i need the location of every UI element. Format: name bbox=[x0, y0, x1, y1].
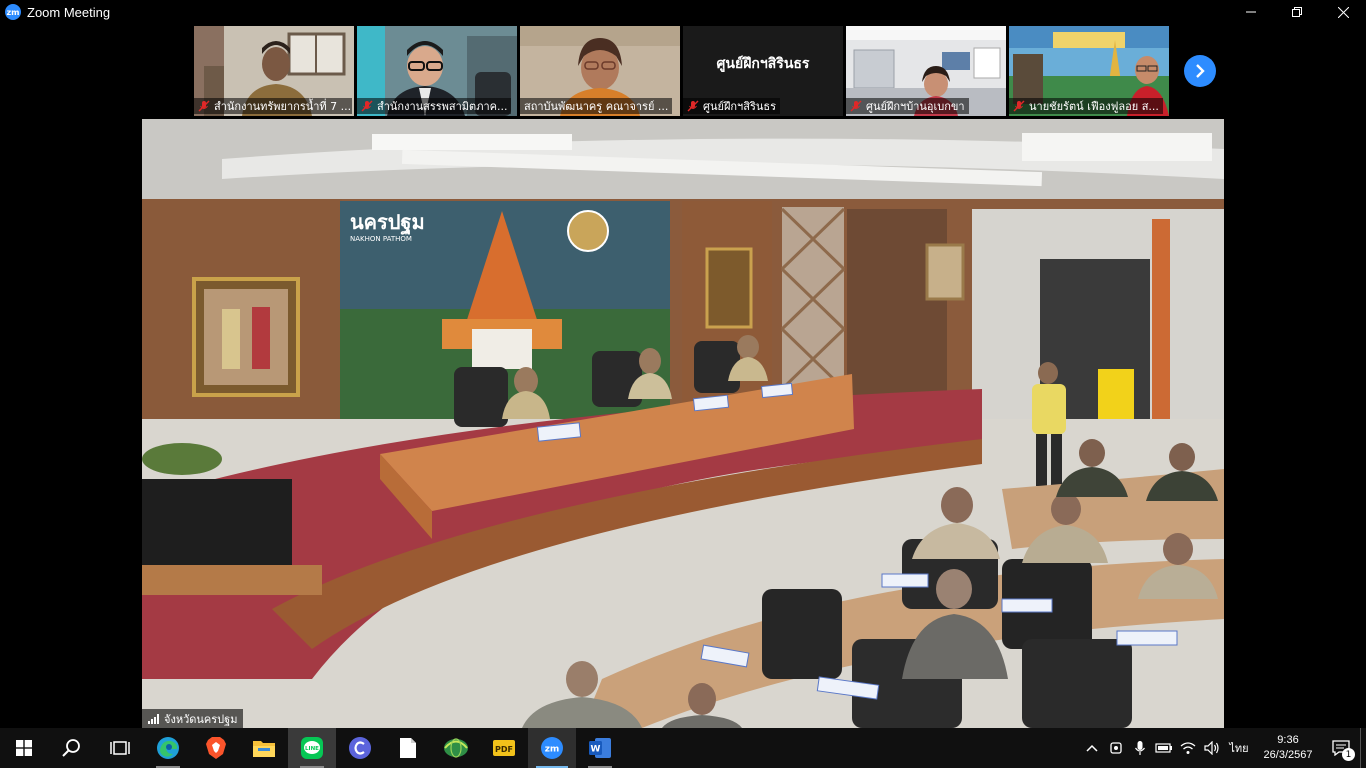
participant-nameplate: ศูนย์ฝึกฯบ้านอุเบกขา bbox=[846, 98, 969, 114]
windows-taskbar: LINE PDF zm W ไทย 9:36 26/3/2567 1 bbox=[0, 728, 1366, 768]
document-icon bbox=[400, 738, 416, 758]
participant-nameplate: สถาบันพัฒนาครู คณาจารย์ ... bbox=[520, 98, 673, 114]
taskbar-app-edge[interactable] bbox=[144, 728, 192, 768]
taskbar-clock[interactable]: 9:36 26/3/2567 bbox=[1254, 733, 1322, 763]
battery-icon bbox=[1155, 743, 1172, 753]
notification-center-button[interactable]: 1 bbox=[1322, 728, 1360, 768]
close-button[interactable] bbox=[1320, 0, 1366, 24]
zoom-app-icon: zm bbox=[541, 737, 563, 759]
window-controls bbox=[1228, 0, 1366, 24]
camera-tray-button[interactable] bbox=[1104, 728, 1128, 768]
taskbar-app-canva[interactable] bbox=[336, 728, 384, 768]
participant-name: นายชัยรัตน์ เฟืองฟูลอย ส... bbox=[1029, 100, 1159, 113]
mic-muted-icon bbox=[198, 100, 210, 112]
task-view-icon bbox=[110, 741, 130, 755]
taskbar-app-word[interactable]: W bbox=[576, 728, 624, 768]
gallery-strip: สำนักงานทรัพยากรน้ำที่ 7 ... สำนักงานสรร… bbox=[194, 26, 1169, 116]
zoom-meeting-window: zm Zoom Meeting สำนักงานทรัพยากรน้ำที่ 7… bbox=[0, 0, 1366, 768]
brave-browser-icon bbox=[206, 737, 226, 759]
restore-icon bbox=[1292, 7, 1302, 17]
participant-tile[interactable]: ศูนย์ฝึกฯบ้านอุเบกขา bbox=[846, 26, 1006, 116]
speaker-icon bbox=[1204, 741, 1219, 755]
wifi-icon bbox=[1180, 742, 1196, 754]
svg-text:zm: zm bbox=[545, 745, 560, 755]
battery-tray-button[interactable] bbox=[1152, 728, 1176, 768]
minimize-icon bbox=[1246, 11, 1256, 13]
mic-muted-icon bbox=[687, 100, 699, 112]
line-app-icon: LINE bbox=[301, 737, 323, 759]
svg-text:LINE: LINE bbox=[305, 746, 319, 752]
participant-display-name: ศูนย์ฝึกฯสิรินธร bbox=[716, 56, 810, 72]
active-speaker-name: จังหวัดนครปฐม bbox=[164, 712, 238, 726]
chevron-right-icon bbox=[1196, 64, 1205, 78]
svg-text:W: W bbox=[591, 745, 601, 755]
close-icon bbox=[1337, 6, 1349, 18]
participant-tile[interactable]: สถาบันพัฒนาครู คณาจารย์ ... bbox=[520, 26, 680, 116]
edge-browser-icon bbox=[157, 737, 179, 759]
canva-app-icon bbox=[349, 737, 371, 759]
mic-muted-icon bbox=[850, 100, 862, 112]
signal-strength-icon bbox=[148, 713, 159, 724]
search-button[interactable] bbox=[48, 728, 96, 768]
participant-name: สถาบันพัฒนาครู คณาจารย์ ... bbox=[524, 100, 669, 113]
windows-logo-icon bbox=[16, 740, 32, 756]
participant-name: ศูนย์ฝึกฯสิรินธร bbox=[703, 100, 776, 113]
active-speaker-nameplate: จังหวัดนครปฐม bbox=[142, 709, 244, 728]
mic-muted-icon bbox=[361, 100, 373, 112]
participant-tile[interactable]: สำนักงานทรัพยากรน้ำที่ 7 ... bbox=[194, 26, 354, 116]
participant-tile[interactable]: นายชัยรัตน์ เฟืองฟูลอย ส... bbox=[1009, 26, 1169, 116]
participant-name: สำนักงานสรรพสามิตภาค... bbox=[377, 100, 508, 113]
participant-name: ศูนย์ฝึกฯบ้านอุเบกขา bbox=[866, 100, 965, 113]
task-view-button[interactable] bbox=[96, 728, 144, 768]
banner-subtitle: NAKHON PATHOM bbox=[350, 235, 412, 243]
word-app-icon: W bbox=[589, 738, 611, 758]
start-button[interactable] bbox=[0, 728, 48, 768]
next-page-button[interactable] bbox=[1184, 55, 1216, 87]
title-bar: zm Zoom Meeting bbox=[0, 0, 1366, 24]
taskbar-app-notepad[interactable] bbox=[384, 728, 432, 768]
system-tray: ไทย 9:36 26/3/2567 1 bbox=[1080, 728, 1366, 768]
participant-nameplate: สำนักงานทรัพยากรน้ำที่ 7 ... bbox=[194, 98, 352, 114]
participant-tile[interactable]: สำนักงานสรรพสามิตภาค... bbox=[357, 26, 517, 116]
chevron-up-icon bbox=[1086, 744, 1098, 752]
taskbar-app-zoom[interactable]: zm bbox=[528, 728, 576, 768]
taskbar-app-brave[interactable] bbox=[192, 728, 240, 768]
webcam-icon bbox=[1110, 742, 1122, 754]
svg-text:PDF: PDF bbox=[495, 745, 513, 754]
clock-time: 9:36 bbox=[1277, 734, 1299, 746]
input-language-indicator[interactable]: ไทย bbox=[1224, 739, 1254, 757]
zoom-logo-icon: zm bbox=[5, 4, 21, 20]
network-tray-button[interactable] bbox=[1176, 728, 1200, 768]
microphone-tray-button[interactable] bbox=[1128, 728, 1152, 768]
participant-name: สำนักงานทรัพยากรน้ำที่ 7 ... bbox=[214, 100, 352, 113]
clock-date: 26/3/2567 bbox=[1263, 749, 1313, 761]
banner-title: นครปฐม bbox=[350, 210, 425, 236]
notification-count-badge: 1 bbox=[1342, 748, 1355, 761]
participant-nameplate: สำนักงานสรรพสามิตภาค... bbox=[357, 98, 512, 114]
taskbar-app-file-explorer[interactable] bbox=[240, 728, 288, 768]
minimize-button[interactable] bbox=[1228, 0, 1274, 24]
window-title: Zoom Meeting bbox=[27, 4, 111, 20]
taskbar-app-line[interactable]: LINE bbox=[288, 728, 336, 768]
search-icon bbox=[62, 739, 80, 757]
mic-muted-icon bbox=[1013, 100, 1025, 112]
taskbar-app-pdf[interactable]: PDF bbox=[480, 728, 528, 768]
globe-app-icon bbox=[444, 738, 468, 758]
volume-tray-button[interactable] bbox=[1200, 728, 1224, 768]
folder-icon bbox=[253, 741, 275, 757]
participant-nameplate: ศูนย์ฝึกฯสิรินธร bbox=[683, 98, 780, 114]
restore-button[interactable] bbox=[1274, 0, 1320, 24]
show-hidden-icons-button[interactable] bbox=[1080, 728, 1104, 768]
microphone-icon bbox=[1135, 741, 1145, 755]
participant-tile[interactable]: ศูนย์ฝึกฯสิรินธร ศูนย์ฝึกฯสิรินธร bbox=[683, 26, 843, 116]
conference-room-video: นครปฐม NAKHON PATHOM bbox=[142, 119, 1224, 728]
show-desktop-button[interactable] bbox=[1360, 728, 1366, 768]
taskbar-app-globe[interactable] bbox=[432, 728, 480, 768]
active-speaker-video[interactable]: นครปฐม NAKHON PATHOM bbox=[142, 119, 1224, 728]
pdf-app-icon: PDF bbox=[493, 740, 515, 756]
participant-nameplate: นายชัยรัตน์ เฟืองฟูลอย ส... bbox=[1009, 98, 1163, 114]
